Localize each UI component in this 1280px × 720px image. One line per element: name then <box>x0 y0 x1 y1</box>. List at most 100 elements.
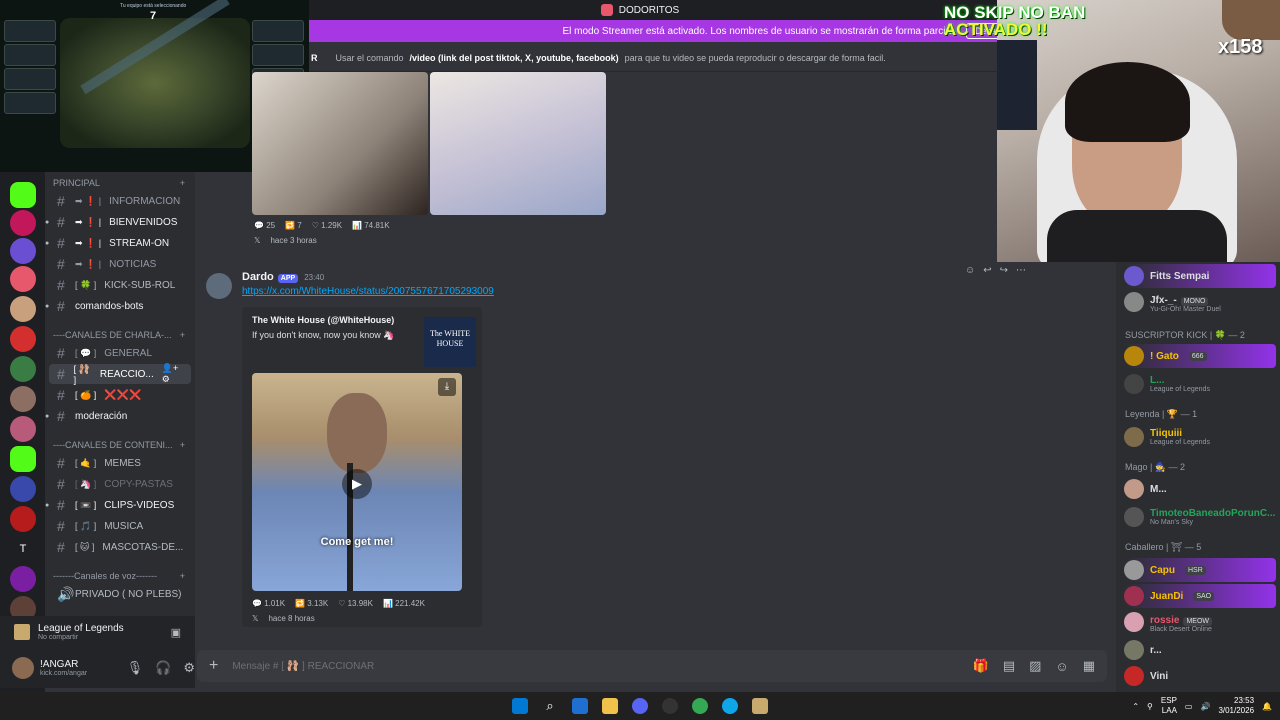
add-channel-icon[interactable]: + <box>180 178 185 188</box>
server-icon[interactable] <box>10 296 36 322</box>
member-item[interactable]: Jfx-_- MONO Yu-Gi-Oh! Master Duel <box>1124 290 1276 314</box>
gift-icon[interactable]: 🎁 <box>973 658 989 674</box>
channel-xxx[interactable]: # [ 🍊 ] ❌❌❌ <box>45 385 195 405</box>
avatar[interactable] <box>12 657 34 679</box>
activity-panel[interactable]: League of Legends No compartir ▣ <box>0 616 195 648</box>
stream-icon[interactable]: ▣ <box>171 626 181 639</box>
add-channel-icon[interactable]: + <box>180 440 185 450</box>
microphone-icon[interactable]: 🎙 <box>127 660 144 676</box>
network-icon[interactable]: ▭ <box>1185 702 1193 711</box>
member-item[interactable]: ! Gato 666 <box>1124 344 1276 368</box>
edge-icon[interactable] <box>722 698 738 714</box>
server-icon[interactable] <box>10 356 36 382</box>
apps-icon[interactable]: ▦ <box>1083 658 1095 674</box>
download-icon[interactable]: ⤓ <box>438 378 456 396</box>
outlook-icon[interactable] <box>572 698 588 714</box>
reply-icon[interactable]: ↩ <box>983 265 991 276</box>
message-input[interactable]: Mensaje # [ 🩰 ] REACCIONAR <box>232 661 374 672</box>
add-attachment-icon[interactable]: + <box>209 657 218 675</box>
channel-copy-pastas[interactable]: # [ 🦄 ] COPY-PASTAS <box>45 474 195 494</box>
channel-stream-on[interactable]: ● # ➡ ❗ | STREAM-ON <box>45 233 195 253</box>
channel-informacion[interactable]: # ➡ ❗ | INFORMACION <box>45 191 195 211</box>
x-icon: 𝕏 <box>252 614 259 623</box>
add-channel-icon[interactable]: + <box>180 571 185 581</box>
channel-memes[interactable]: # [ 🤙 ] MEMES <box>45 453 195 473</box>
voice-channel-privado[interactable]: 🔊 PRIVADO ( NO PLEBS) <box>45 584 195 604</box>
server-icon[interactable] <box>10 238 36 264</box>
category-charla[interactable]: ----CANALES DE CHARLA-... + <box>53 330 185 340</box>
server-icon[interactable] <box>10 266 36 292</box>
member-item[interactable]: Fitts Sempai <box>1124 264 1276 288</box>
server-icon[interactable] <box>10 566 36 592</box>
chevron-up-icon[interactable]: ⌃ <box>1132 702 1139 711</box>
member-item[interactable]: L... League of Legends <box>1124 372 1276 396</box>
member-item[interactable]: TimoteoBaneadoPorunC... No Man's Sky <box>1124 505 1276 529</box>
channel-bienvenidos[interactable]: ● # ➡ ❗ | BIENVENIDOS <box>45 212 195 232</box>
member-item[interactable]: rossie MEOW Black Desert Online <box>1124 610 1276 634</box>
channel-kick-sub-rol[interactable]: # [ 🍀 ] KICK-SUB-ROL <box>45 275 195 295</box>
more-icon[interactable]: ⋯ <box>1016 265 1026 276</box>
server-icon[interactable] <box>10 476 36 502</box>
member-item[interactable]: r... <box>1124 638 1276 662</box>
category-contenido[interactable]: ----CANALES DE CONTENI... + <box>53 440 185 450</box>
streamer-hair <box>1065 62 1190 142</box>
windows-start-icon[interactable] <box>512 698 528 714</box>
channel-musica[interactable]: # [ 🎵 ] MUSICA <box>45 516 195 536</box>
post-image[interactable] <box>430 72 606 215</box>
server-icon[interactable] <box>10 386 36 412</box>
channel-moderacion[interactable]: ● # moderación <box>45 406 195 426</box>
channel-clips-videos[interactable]: ● # [ 📼 ] CLIPS-VIDEOS <box>45 495 195 515</box>
league-icon[interactable] <box>752 698 768 714</box>
usb-icon[interactable]: ⚲ <box>1147 702 1153 711</box>
message-author[interactable]: Dardo APP 23:40 <box>242 271 324 283</box>
member-item[interactable]: Capu HSR <box>1124 558 1276 582</box>
gear-icon[interactable]: ⚙ <box>183 660 195 676</box>
avatar[interactable] <box>206 273 232 299</box>
category-principal[interactable]: PRINCIPAL + <box>53 178 185 188</box>
member-item[interactable]: JuanDi SAO <box>1124 584 1276 608</box>
sticker-icon[interactable]: ▨ <box>1029 658 1041 674</box>
category-voz[interactable]: -------Canales de voz------- + <box>53 571 185 581</box>
channel-comandos-bots[interactable]: ● # comandos-bots <box>45 296 195 316</box>
channel-reaccionar[interactable]: # [ 🩰 ] REACCIO... 👤+ ⚙ <box>49 363 191 385</box>
tweet-link[interactable]: https://x.com/WhiteHouse/status/20075576… <box>242 286 494 297</box>
video-player[interactable]: ▶ Come get me! ⤓ <box>252 373 462 591</box>
activity-game: League of Legends <box>38 623 124 634</box>
background-tv <box>997 40 1037 130</box>
reaction-icon[interactable]: ☺ <box>965 265 975 276</box>
gif-icon[interactable]: ▤ <box>1003 658 1015 674</box>
server-icon-kick[interactable] <box>10 182 36 208</box>
forward-icon[interactable]: ↪ <box>1000 265 1008 276</box>
chrome-icon[interactable] <box>692 698 708 714</box>
server-icon[interactable] <box>10 416 36 442</box>
invite-icon[interactable]: 👤+ ⚙ <box>162 363 185 385</box>
discord-icon[interactable] <box>632 698 648 714</box>
server-icon[interactable] <box>10 326 36 352</box>
clock[interactable]: 23:53 3/01/2026 <box>1218 696 1254 716</box>
search-icon[interactable]: ⌕ <box>542 698 558 714</box>
obs-icon[interactable] <box>662 698 678 714</box>
server-icon[interactable] <box>10 210 36 236</box>
notification-icon[interactable]: 🔔 <box>1262 702 1272 711</box>
likes-count: 1.29K <box>321 221 343 230</box>
server-icon[interactable] <box>10 506 36 532</box>
server-icon[interactable] <box>10 446 36 472</box>
emoji-icon[interactable]: ☺ <box>1055 659 1068 674</box>
volume-icon[interactable]: 🔊 <box>1200 702 1210 711</box>
play-icon[interactable]: ▶ <box>342 469 372 499</box>
channel-prefix: [ 🤙 ] <box>75 457 97 468</box>
add-channel-icon[interactable]: + <box>180 330 185 340</box>
channel-noticias[interactable]: # ➡ ❗ | NOTICIAS <box>45 254 195 274</box>
headphones-icon[interactable]: 🎧 <box>155 660 171 676</box>
folder-icon[interactable] <box>602 698 618 714</box>
embed-author[interactable]: The White House (@WhiteHouse) <box>252 315 394 325</box>
post-image[interactable] <box>252 72 428 215</box>
member-item[interactable]: M... <box>1124 477 1276 501</box>
language-indicator[interactable]: ESP LAA <box>1161 696 1177 716</box>
message-composer[interactable]: + Mensaje # [ 🩰 ] REACCIONAR 🎁 ▤ ▨ ☺ ▦ <box>197 650 1107 682</box>
server-icon-t[interactable]: T <box>10 536 36 562</box>
member-item[interactable]: Tiiquiii League of Legends <box>1124 425 1276 449</box>
channel-general[interactable]: # [ 💬 ] GENERAL <box>45 343 195 363</box>
member-item[interactable]: Vini <box>1124 664 1276 688</box>
channel-mascotas[interactable]: # [ 🐱 ] MASCOTAS-DE... <box>45 537 195 557</box>
